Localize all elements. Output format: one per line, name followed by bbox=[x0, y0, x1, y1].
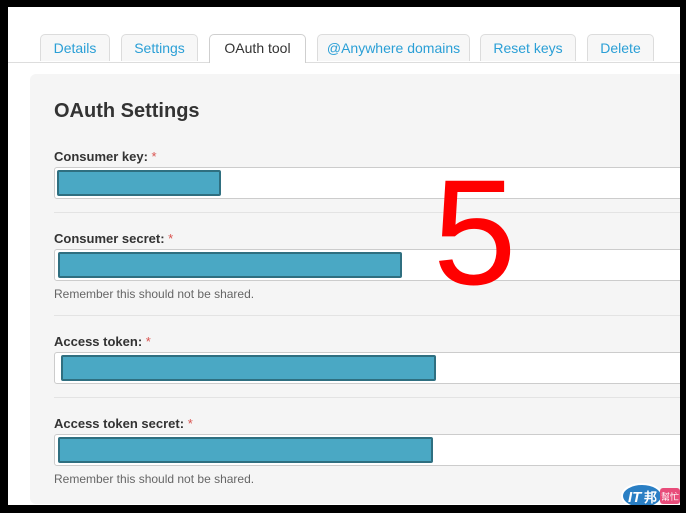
tab-delete[interactable]: Delete bbox=[587, 34, 654, 61]
tab-anywhere-domains[interactable]: @Anywhere domains bbox=[317, 34, 470, 61]
watermark-text-it: IT bbox=[628, 489, 643, 505]
required-marker: * bbox=[168, 231, 174, 246]
access-token-secret-label-text: Access token secret: bbox=[54, 416, 185, 431]
consumer-secret-label: Consumer secret: * bbox=[54, 231, 173, 246]
divider bbox=[54, 315, 680, 316]
required-marker: * bbox=[145, 334, 151, 349]
consumer-key-label-text: Consumer key: bbox=[54, 149, 148, 164]
tab-bar: Details Settings OAuth tool @Anywhere do… bbox=[8, 34, 680, 63]
redaction-bar bbox=[61, 355, 436, 381]
ithome-watermark-logo: IT 邦 幫忙 bbox=[621, 483, 680, 505]
required-marker: * bbox=[151, 149, 157, 164]
tab-details[interactable]: Details bbox=[40, 34, 110, 61]
consumer-secret-label-text: Consumer secret: bbox=[54, 231, 165, 246]
required-marker: * bbox=[187, 416, 193, 431]
page-title: OAuth Settings bbox=[54, 100, 200, 122]
oauth-settings-panel: OAuth Settings Consumer key: * Consumer … bbox=[30, 74, 680, 504]
tab-oauth-tool[interactable]: OAuth tool bbox=[209, 34, 306, 63]
divider bbox=[54, 212, 680, 213]
watermark-text-help: 幫忙 bbox=[661, 491, 679, 503]
consumer-key-field[interactable] bbox=[54, 167, 680, 199]
consumer-key-label: Consumer key: * bbox=[54, 149, 157, 164]
redaction-bar bbox=[57, 170, 221, 196]
tab-settings[interactable]: Settings bbox=[121, 34, 198, 61]
consumer-secret-field[interactable] bbox=[54, 249, 680, 281]
browser-viewport: Details Settings OAuth tool @Anywhere do… bbox=[8, 7, 680, 505]
access-token-secret-label: Access token secret: * bbox=[54, 416, 193, 431]
consumer-secret-help: Remember this should not be shared. bbox=[54, 287, 255, 301]
access-token-label-text: Access token: bbox=[54, 334, 143, 349]
redaction-bar bbox=[58, 437, 433, 463]
access-token-field[interactable] bbox=[54, 352, 680, 384]
access-token-secret-help: Remember this should not be shared. bbox=[54, 472, 255, 486]
tab-reset-keys[interactable]: Reset keys bbox=[480, 34, 576, 61]
access-token-label: Access token: * bbox=[54, 334, 151, 349]
divider bbox=[54, 397, 680, 398]
redaction-bar bbox=[58, 252, 402, 278]
access-token-secret-field[interactable] bbox=[54, 434, 680, 466]
watermark-text-bang: 邦 bbox=[644, 490, 657, 505]
step-number-annotation: 5 bbox=[433, 148, 517, 316]
